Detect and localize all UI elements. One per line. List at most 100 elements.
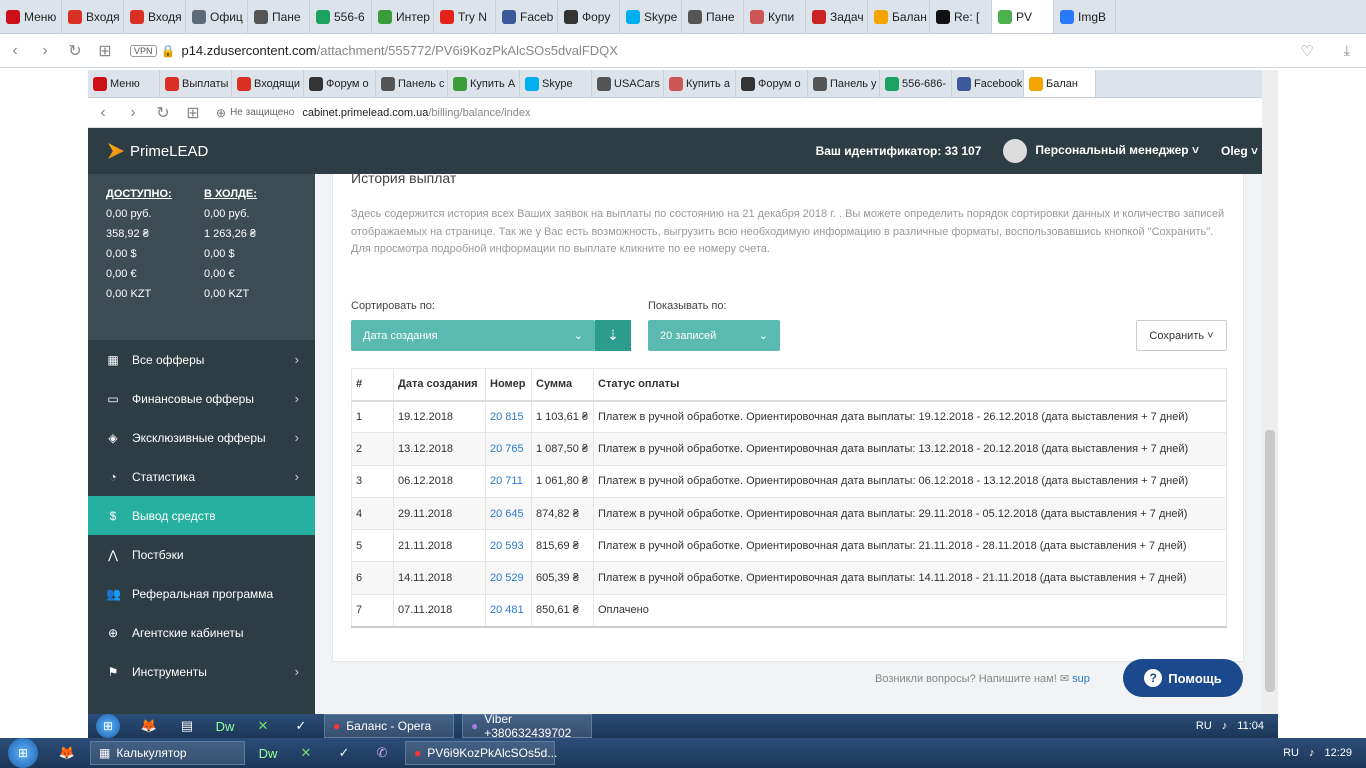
- clock[interactable]: 12:29: [1324, 747, 1352, 759]
- start-button[interactable]: ⊞: [96, 714, 120, 738]
- sidebar-item[interactable]: ⊕ Агентские кабинеты: [88, 613, 315, 652]
- dreamweaver-icon[interactable]: Dw: [212, 715, 238, 737]
- back-icon[interactable]: ‹: [0, 42, 30, 60]
- reload-icon[interactable]: ↻: [148, 103, 178, 123]
- browser-tab[interactable]: Меню: [88, 70, 160, 97]
- language-indicator[interactable]: RU: [1196, 720, 1212, 732]
- sidebar-item[interactable]: ⋀ Постбэки: [88, 535, 315, 574]
- browser-tab[interactable]: 556-686-: [880, 70, 952, 97]
- table-header[interactable]: Дата создания: [393, 368, 486, 402]
- file-icon[interactable]: ▤: [174, 715, 200, 737]
- browser-tab[interactable]: Пане: [248, 0, 310, 33]
- invoice-link[interactable]: 20 645: [490, 508, 524, 520]
- reload-icon[interactable]: ↻: [60, 41, 90, 61]
- back-icon[interactable]: ‹: [88, 104, 118, 122]
- browser-tab[interactable]: Пане: [682, 0, 744, 33]
- user-menu[interactable]: Oleg ˅: [1221, 144, 1258, 158]
- sort-direction-button[interactable]: ⇣: [595, 320, 631, 351]
- sidebar-item-label: Реферальная программа: [132, 586, 274, 601]
- sidebar-item[interactable]: ⚑ Инструменты ›: [88, 652, 315, 691]
- browser-tab[interactable]: Входя: [124, 0, 186, 33]
- firefox-icon[interactable]: 🦊: [54, 742, 80, 764]
- inner-url[interactable]: cabinet.primelead.com.ua/billing/balance…: [302, 107, 530, 119]
- sort-select[interactable]: Дата создания ⌄: [351, 320, 595, 351]
- invoice-link[interactable]: 20 593: [490, 540, 524, 552]
- taskbar-task-opera[interactable]: ● Баланс - Opera: [324, 714, 454, 738]
- browser-tab[interactable]: Входящи: [232, 70, 304, 97]
- browser-tab[interactable]: Задач: [806, 0, 868, 33]
- sidebar-item[interactable]: ◔ Статистика ›: [88, 457, 315, 496]
- browser-tab[interactable]: Купить а: [664, 70, 736, 97]
- browser-tab[interactable]: ImgB: [1054, 0, 1116, 33]
- sidebar-item[interactable]: 👥 Реферальная программа: [88, 574, 315, 613]
- browser-tab[interactable]: 556-6: [310, 0, 372, 33]
- taskbar-task-pv[interactable]: ● PV6i9KozPkAlcSOs5d...: [405, 741, 557, 765]
- forward-icon[interactable]: ›: [118, 104, 148, 122]
- browser-tab[interactable]: Интер: [372, 0, 434, 33]
- excel-icon[interactable]: ✕: [250, 715, 276, 737]
- browser-tab[interactable]: Панель у: [808, 70, 880, 97]
- speed-dial-icon[interactable]: ⊞: [178, 103, 208, 123]
- invoice-link[interactable]: 20 765: [490, 443, 524, 455]
- browser-tab[interactable]: USACars: [592, 70, 664, 97]
- heart-icon[interactable]: ♡: [1300, 42, 1313, 60]
- browser-tab[interactable]: Re: [: [930, 0, 992, 33]
- logo[interactable]: PrimeLEAD: [108, 143, 208, 160]
- app-icon[interactable]: ✓: [288, 715, 314, 737]
- speed-dial-icon[interactable]: ⊞: [90, 41, 120, 61]
- browser-tab[interactable]: Facebook: [952, 70, 1024, 97]
- invoice-link[interactable]: 20 711: [490, 475, 523, 487]
- excel-icon[interactable]: ✕: [293, 742, 319, 764]
- invoice-link[interactable]: 20 815: [490, 411, 524, 423]
- browser-tab[interactable]: Меню: [0, 0, 62, 33]
- invoice-link[interactable]: 20 481: [490, 604, 524, 616]
- browser-tab[interactable]: Балан: [868, 0, 930, 33]
- language-indicator[interactable]: RU: [1283, 747, 1299, 759]
- browser-tab[interactable]: Skype: [520, 70, 592, 97]
- browser-tab[interactable]: Skype: [620, 0, 682, 33]
- browser-tab[interactable]: Балан: [1024, 70, 1096, 97]
- volume-icon[interactable]: ♪: [1222, 720, 1228, 732]
- firefox-icon[interactable]: 🦊: [136, 715, 162, 737]
- clock[interactable]: 11:04: [1237, 720, 1264, 732]
- download-icon[interactable]: ⤓: [1344, 42, 1350, 59]
- browser-tab[interactable]: Форум о: [736, 70, 808, 97]
- browser-tab[interactable]: Try N: [434, 0, 496, 33]
- taskbar-task-viber[interactable]: ● Viber +380632439702: [462, 712, 592, 740]
- forward-icon[interactable]: ›: [30, 42, 60, 60]
- skype-icon: [525, 76, 539, 91]
- browser-tab[interactable]: Офиц: [186, 0, 248, 33]
- browser-tab[interactable]: Купи: [744, 0, 806, 33]
- browser-tab[interactable]: Форум о: [304, 70, 376, 97]
- vpn-badge[interactable]: VPN: [130, 44, 157, 57]
- start-button[interactable]: ⊞: [8, 738, 38, 768]
- outer-url[interactable]: p14.zdusercontent.com/attachment/555772/…: [181, 43, 617, 58]
- tab-label: 556-686-: [902, 77, 947, 90]
- chevron-right-icon: ›: [294, 430, 299, 445]
- page-size-select[interactable]: 20 записей ⌄: [648, 320, 780, 351]
- volume-icon[interactable]: ♪: [1309, 747, 1315, 759]
- personal-manager-dropdown[interactable]: Персональный менеджер ˅: [1003, 139, 1199, 163]
- sidebar-item-label: Инструменты: [132, 664, 207, 679]
- sidebar-item[interactable]: $ Вывод средств: [88, 496, 315, 535]
- sidebar-item[interactable]: ◈ Эксклюзивные офферы ›: [88, 418, 315, 457]
- outer-scrollbar[interactable]: [1262, 70, 1278, 714]
- browser-tab[interactable]: Панель с: [376, 70, 448, 97]
- invoice-link[interactable]: 20 529: [490, 572, 524, 584]
- dreamweaver-icon[interactable]: Dw: [255, 742, 281, 764]
- browser-tab[interactable]: Входя: [62, 0, 124, 33]
- sidebar-item[interactable]: ▦ Все офферы ›: [88, 340, 315, 379]
- browser-tab[interactable]: Выплаты: [160, 70, 232, 97]
- taskbar-task-calculator[interactable]: ▦ Калькулятор: [90, 741, 245, 765]
- browser-tab[interactable]: PV: [992, 0, 1054, 33]
- support-link[interactable]: sup: [1072, 673, 1090, 685]
- browser-tab[interactable]: Faceb: [496, 0, 558, 33]
- sidebar-item[interactable]: ▭ Финансовые офферы ›: [88, 379, 315, 418]
- browser-tab[interactable]: Купить А: [448, 70, 520, 97]
- help-button[interactable]: ? Помощь: [1123, 659, 1243, 697]
- save-button[interactable]: Сохранить ˅: [1136, 320, 1227, 351]
- app-icon[interactable]: ✓: [331, 742, 357, 764]
- browser-tab[interactable]: Фору: [558, 0, 620, 33]
- viber-icon[interactable]: ✆: [369, 742, 395, 764]
- inner-screenshot: Меню Выплаты Входящи Форум о Панель с Купить …: [88, 70, 1278, 714]
